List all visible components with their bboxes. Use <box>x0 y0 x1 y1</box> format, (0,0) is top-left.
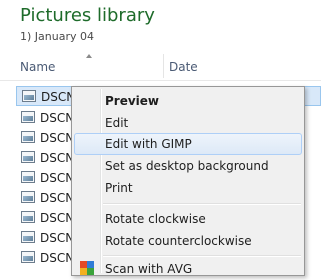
context-menu: Preview Edit Edit with GIMP Set as deskt… <box>71 86 305 276</box>
file-name: DSCN <box>40 211 75 225</box>
file-name: DSCN <box>40 151 75 165</box>
sort-arrow-icon <box>86 54 92 58</box>
file-name: DSCN <box>40 251 75 265</box>
menu-item-rotate-clockwise[interactable]: Rotate clockwise <box>74 208 302 230</box>
menu-item-label: Preview <box>105 94 160 108</box>
image-file-icon <box>21 211 35 223</box>
menu-item-label: Print <box>105 181 133 195</box>
menu-item-set-desktop-background[interactable]: Set as desktop background <box>74 155 302 177</box>
menu-item-label: Edit with GIMP <box>105 137 192 151</box>
image-file-icon <box>21 151 35 163</box>
avg-shield-icon <box>80 261 94 275</box>
file-name: DSCN <box>40 131 75 145</box>
column-divider[interactable] <box>163 54 164 78</box>
column-header-name[interactable]: Name <box>20 60 55 74</box>
file-name: DSCN <box>40 171 75 185</box>
image-file-icon <box>21 171 35 183</box>
menu-item-preview[interactable]: Preview <box>74 90 302 112</box>
image-file-icon <box>21 251 35 263</box>
menu-item-scan-with-avg[interactable]: Scan with AVG <box>74 258 302 280</box>
file-name: DSCN <box>40 111 75 125</box>
menu-item-label: Rotate counterclockwise <box>105 234 252 248</box>
menu-separator <box>103 255 301 257</box>
image-file-icon <box>22 90 36 102</box>
column-header-bar: Name Date <box>0 52 321 81</box>
menu-item-label: Edit <box>105 116 129 130</box>
image-file-icon <box>21 231 35 243</box>
menu-item-label: Set as desktop background <box>105 159 269 173</box>
menu-item-rotate-counterclockwise[interactable]: Rotate counterclockwise <box>74 230 302 252</box>
image-file-icon <box>21 111 35 123</box>
menu-item-edit-with-gimp[interactable]: Edit with GIMP <box>74 133 302 155</box>
library-title: Pictures library <box>20 5 155 26</box>
menu-separator <box>103 203 301 205</box>
menu-item-label: Scan with AVG <box>105 262 193 276</box>
image-file-icon <box>21 131 35 143</box>
file-name: DSCN <box>40 231 75 245</box>
menu-item-label: Rotate clockwise <box>105 212 206 226</box>
image-file-icon <box>21 191 35 203</box>
file-name: DSCN <box>40 191 75 205</box>
library-subtitle: 1) January 04 <box>20 30 94 43</box>
menu-item-edit[interactable]: Edit <box>74 112 302 134</box>
menu-item-print[interactable]: Print <box>74 177 302 199</box>
column-header-date[interactable]: Date <box>169 60 198 74</box>
